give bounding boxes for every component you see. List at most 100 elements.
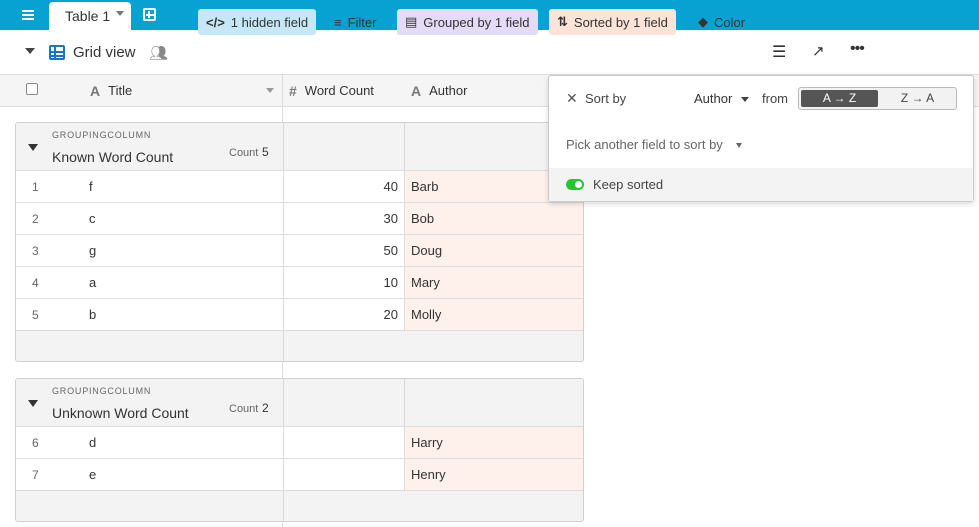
sort-descending-option[interactable]: Z → A: [879, 90, 956, 107]
column-header-word-count[interactable]: # Word Count: [289, 75, 374, 106]
cell-author[interactable]: Henry: [404, 459, 583, 490]
cell-word-count[interactable]: 30: [283, 203, 404, 234]
table-row[interactable]: 4 a 10 Mary: [16, 266, 583, 298]
cell-title[interactable]: g: [89, 243, 96, 258]
more-icon[interactable]: •••: [850, 40, 865, 58]
collapse-triangle-icon[interactable]: [28, 400, 38, 407]
select-all-checkbox[interactable]: [26, 83, 38, 95]
cell-word-count[interactable]: 20: [283, 299, 404, 330]
keep-sorted-toggle[interactable]: [566, 179, 584, 190]
tab-table-1[interactable]: Table 1: [49, 2, 131, 30]
group-column-label: GROUPINGCOLUMN: [52, 130, 152, 140]
column-header-author[interactable]: A Author: [411, 75, 467, 106]
remove-sort-icon[interactable]: ✕: [566, 90, 578, 107]
chevron-down-icon[interactable]: [116, 11, 124, 16]
cell-value: Barb: [411, 179, 439, 194]
chevron-down-icon[interactable]: [736, 143, 742, 148]
table-row[interactable]: 7 e Henry: [16, 458, 583, 490]
sort-icon: ⇅: [557, 14, 568, 29]
cell-value: Doug: [411, 243, 443, 258]
color-label: Color: [714, 14, 746, 30]
group-header[interactable]: GROUPINGCOLUMN Unknown Word Count Count …: [16, 379, 583, 427]
cell-word-count[interactable]: 10: [283, 267, 404, 298]
add-sort-field-button[interactable]: Pick another field to sort by: [566, 137, 723, 152]
group-icon: ▤: [405, 14, 418, 29]
row-height-icon[interactable]: ☰: [772, 42, 786, 62]
sort-by-label: Sort by: [585, 91, 627, 106]
view-name[interactable]: Grid view: [73, 44, 136, 61]
row-number: 3: [32, 244, 39, 258]
cell-author[interactable]: Bob: [404, 203, 583, 234]
cell-value: 40: [383, 179, 398, 194]
group-header[interactable]: GROUPINGCOLUMN Known Word Count Count 5: [16, 123, 583, 171]
add-table-icon[interactable]: [143, 8, 156, 21]
row-number: 4: [32, 276, 39, 290]
cell-word-count[interactable]: [283, 459, 404, 490]
sort-button[interactable]: ⇅ Sorted by 1 field: [549, 9, 676, 35]
hide-fields-button[interactable]: </> 1 hidden field: [198, 9, 317, 35]
row-number: 6: [32, 436, 39, 450]
cell-value: Molly: [411, 307, 442, 322]
group-count-label: Count: [229, 147, 259, 159]
row-number: 1: [32, 180, 39, 194]
cell-author[interactable]: Molly: [404, 299, 583, 330]
group-count: 2: [262, 401, 269, 415]
cell-title[interactable]: a: [89, 275, 96, 290]
group-unknown-word-count: GROUPINGCOLUMN Unknown Word Count Count …: [15, 378, 584, 522]
text-field-icon: A: [411, 82, 422, 99]
table-row[interactable]: 1 f 40 Barb: [16, 170, 583, 202]
sort-field-select[interactable]: Author: [694, 91, 732, 106]
sort-ascending-option[interactable]: A → Z: [801, 90, 878, 107]
table-row[interactable]: 2 c 30 Bob: [16, 202, 583, 234]
hide-fields-label: 1 hidden field: [230, 14, 309, 30]
chevron-down-icon[interactable]: [25, 48, 35, 54]
collapse-triangle-icon[interactable]: [28, 144, 38, 151]
cell-value: 30: [383, 211, 398, 226]
color-bucket-icon: ◆: [698, 14, 708, 29]
chevron-down-icon[interactable]: [741, 97, 749, 102]
column-label: Author: [429, 83, 468, 98]
cell-value: Bob: [411, 211, 435, 226]
table-row[interactable]: 6 d Harry: [16, 426, 583, 458]
cell-word-count[interactable]: 50: [283, 235, 404, 266]
sort-label: Sorted by 1 field: [573, 14, 668, 30]
cell-author[interactable]: Doug: [404, 235, 583, 266]
group-label: Grouped by 1 field: [423, 14, 530, 30]
group-column-label: GROUPINGCOLUMN: [52, 386, 152, 396]
row-number: 2: [32, 212, 39, 226]
filter-button[interactable]: ≡ Filter: [326, 9, 384, 35]
cell-value: Henry: [411, 467, 446, 482]
column-header-title[interactable]: A Title: [90, 75, 132, 106]
cell-title[interactable]: e: [89, 467, 96, 482]
people-icon[interactable]: 👥︎: [149, 44, 168, 62]
filter-label: Filter: [347, 14, 377, 30]
share-icon[interactable]: ↗: [812, 42, 825, 60]
cell-value: 50: [383, 243, 398, 258]
row-number: 7: [32, 468, 39, 482]
cell-author[interactable]: Mary: [404, 267, 583, 298]
cell-title[interactable]: b: [89, 307, 96, 322]
group-count: 5: [262, 145, 269, 159]
chevron-down-icon[interactable]: [266, 88, 274, 93]
color-button[interactable]: ◆ Color: [690, 9, 753, 35]
cell-title[interactable]: c: [89, 211, 96, 226]
cell-value: Mary: [411, 275, 440, 290]
cell-word-count[interactable]: 40: [283, 171, 404, 202]
cell-title[interactable]: d: [89, 435, 96, 450]
group-name: Unknown Word Count: [52, 405, 189, 421]
cell-author[interactable]: Harry: [404, 427, 583, 458]
table-row[interactable]: 3 g 50 Doug: [16, 234, 583, 266]
menu-icon[interactable]: [18, 7, 40, 23]
cell-word-count[interactable]: [283, 427, 404, 458]
filter-icon: ≡: [334, 14, 342, 30]
cell-value: 20: [383, 307, 398, 322]
text-field-icon: A: [90, 82, 101, 99]
number-field-icon: #: [289, 82, 297, 99]
table-row[interactable]: 5 b 20 Molly: [16, 298, 583, 330]
cell-title[interactable]: f: [89, 179, 93, 194]
column-label: Title: [108, 83, 133, 98]
group-footer: [16, 330, 583, 361]
group-button[interactable]: ▤ Grouped by 1 field: [397, 9, 538, 35]
grid-view-icon: [49, 45, 65, 60]
group-name: Known Word Count: [52, 149, 174, 165]
